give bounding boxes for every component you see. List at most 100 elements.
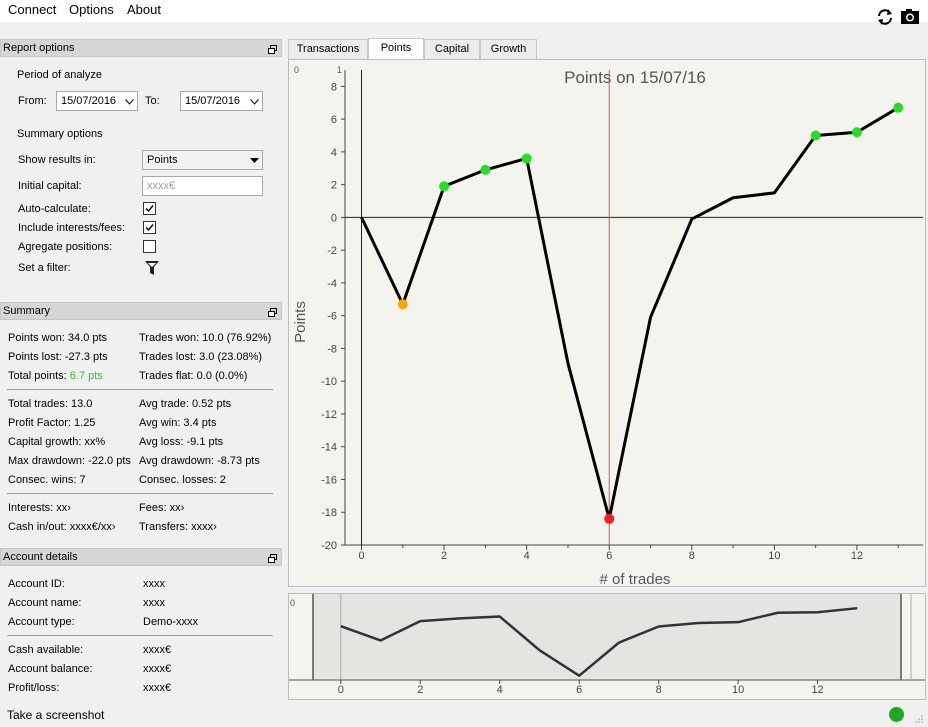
account-details-title: Account details [0,548,282,566]
y-tick-label: -10 [321,376,337,388]
y-tick-label: -4 [327,278,337,290]
corner-tick-zero: 0 [294,65,299,75]
float-window-icon[interactable] [268,552,277,563]
from-date-field[interactable]: 15/07/2016 [56,91,138,111]
float-window-icon[interactable] [268,43,277,54]
menu-about[interactable]: About [125,2,163,17]
y-tick-label: 0 [331,212,337,224]
initial-capital-placeholder: xxxx€ [147,180,176,192]
data-point [893,102,904,113]
resize-grip-icon[interactable] [914,714,924,724]
tab-transactions[interactable]: Transactions [288,39,368,59]
cash-inout: Cash in/out: xxxx€/xx› [8,521,116,533]
initial-capital-label: Initial capital: [18,180,82,192]
trades-flat: Trades flat: 0.0 (0.0%) [139,370,248,382]
summary-options-label: Summary options [17,128,103,140]
connection-status-indicator [889,707,904,722]
y-axis-label: Points [292,301,309,343]
profit-factor: Profit Factor: 1.25 [8,417,96,429]
x-tick-label: 10 [768,550,780,562]
total-points-label: Total points: [8,370,67,382]
points-lost: Points lost: -27.3 pts [8,351,108,363]
to-date-value: 15/07/2016 [185,95,241,107]
points-chart[interactable]: Points on 15/07/16 0 1 # of trades Point… [288,59,926,588]
initial-capital-input[interactable]: xxxx€ [142,176,263,196]
x-tick-label: 6 [576,684,582,696]
x-tick-label: 8 [656,684,662,696]
tab-points-label: Points [380,42,412,54]
x-tick-label: 4 [524,550,530,562]
avg-drawdown: Avg drawdown: -8.73 pts [139,455,260,467]
y-tick-label: 2 [331,180,337,192]
consec-wins: Consec. wins: 7 [8,474,86,486]
filter-icon[interactable] [144,260,160,276]
show-results-select[interactable]: Points [142,150,263,170]
tab-growth[interactable]: Growth [480,39,537,59]
summary-title: Summary [0,302,282,320]
to-date-field[interactable]: 15/07/2016 [180,91,263,111]
x-tick-label: 2 [441,550,447,562]
data-point [480,164,491,175]
x-axis-label: # of trades [600,571,671,586]
from-label: From: [18,95,47,107]
x-tick-label: 2 [417,684,423,696]
overview-chart[interactable]: 0 1 024681012 [288,593,926,700]
divider [7,389,273,390]
trades-lost: Trades lost: 3.0 (23.08%) [139,351,263,363]
from-date-value: 15/07/2016 [61,95,117,107]
data-point [851,127,862,138]
aggregate-checkbox[interactable] [143,240,156,253]
data-point [397,299,408,310]
overview-axes: 0 2 4 6 8 10 12 [289,594,925,696]
include-interests-checkbox[interactable] [143,221,156,234]
camera-icon[interactable] [900,7,920,27]
profit-loss-label: Profit/loss: [8,682,60,694]
chevron-down-icon [125,99,134,105]
status-text: Take a screenshot [7,708,105,722]
consec-losses: Consec. losses: 2 [139,474,226,486]
y-tick-label: 6 [331,114,337,126]
tab-points[interactable]: Points [368,38,424,60]
data-point [810,130,821,141]
y-tick-label: -12 [321,409,337,421]
show-results-label: Show results in: [18,154,96,166]
y-tick-label: -6 [327,311,337,323]
fees: Fees: xx› [139,502,185,514]
x-tick-label: 0 [358,550,364,562]
tab-capital[interactable]: Capital [424,39,480,59]
data-point [521,153,532,164]
points-chart-svg[interactable]: Points on 15/07/16 0 1 # of trades Point… [289,60,925,588]
account-name-value: xxxx [143,597,165,609]
x-tick-label: 6 [606,550,612,562]
chart-marks [360,70,904,545]
chart-title: Points on 15/07/16 [564,68,706,87]
menu-connect[interactable]: Connect [6,2,58,17]
float-window-icon[interactable] [268,306,277,317]
refresh-icon[interactable] [875,7,895,27]
interests: Interests: xx› [8,502,71,514]
x-tick-label: 12 [851,550,863,562]
account-type-label: Account type: [8,616,75,628]
report-options-title: Report options [0,39,282,57]
total-points: Total points: 6.7 pts [8,370,103,382]
auto-calculate-checkbox[interactable] [143,202,156,215]
account-balance-value: xxxx€ [143,663,172,675]
max-drawdown: Max drawdown: -22.0 pts [8,455,131,467]
y-tick-label: -14 [321,442,337,454]
tab-transactions-label: Transactions [296,43,360,55]
y-tick-label: -18 [321,507,337,519]
profit-loss-value: xxxx€ [143,682,172,694]
period-label: Period of analyze [17,69,102,81]
points-won: Points won: 34.0 pts [8,332,108,344]
menu-options[interactable]: Options [67,2,116,17]
avg-trade: Avg trade: 0.52 pts [139,398,232,410]
overview-corner-tick-zero: 0 [290,598,295,608]
tab-capital-label: Capital [434,43,470,55]
capital-growth: Capital growth: xx% [8,436,106,448]
cash-available-value: xxxx€ [143,644,172,656]
chevron-down-icon [250,99,259,105]
overview-chart-svg[interactable]: 0 1 024681012 [289,594,925,699]
summary-title-text: Summary [3,305,51,317]
x-tick-label: 4 [497,684,503,696]
dropdown-arrow-icon [250,158,259,163]
